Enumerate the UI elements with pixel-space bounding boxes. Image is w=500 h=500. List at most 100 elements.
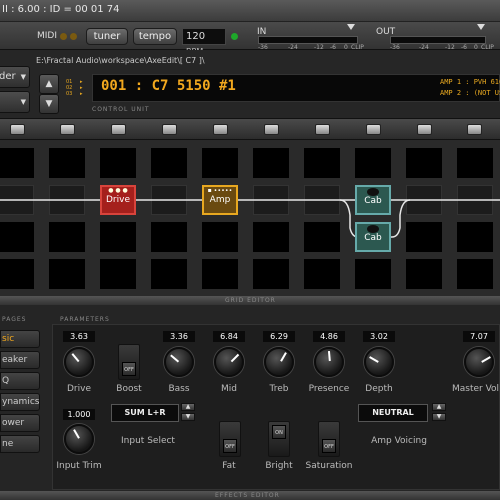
- saturation-label: Saturation: [305, 461, 353, 471]
- preset-up-button[interactable]: ▲: [39, 74, 59, 94]
- preset-path: E:\Fractal Audio\workspace\AxeEdit\[ C7 …: [36, 56, 205, 65]
- tempo-button[interactable]: tempo: [133, 28, 177, 45]
- input-trim-knob[interactable]: [64, 424, 94, 454]
- tab-basic[interactable]: sic: [0, 330, 40, 348]
- effects-editor: GRID EDITOR PAGES PARAMETERS sic eaker Q…: [0, 296, 500, 500]
- bank-combo[interactable]: ▼: [0, 91, 30, 113]
- amp2-label: AMP 2 : (NOT US: [440, 89, 500, 97]
- drive-block-icon: ● ● ●: [108, 187, 128, 194]
- tempo-led: [231, 33, 238, 40]
- amp1-label: AMP 1 : PVH 616: [440, 78, 500, 86]
- treb-value: 6.29: [263, 331, 295, 342]
- input-trim-value: 1.000: [63, 409, 95, 420]
- slider-handle[interactable]: [60, 124, 75, 135]
- input-select-field[interactable]: SUM L+R: [111, 404, 179, 422]
- slider-handle[interactable]: [417, 124, 432, 135]
- effects-editor-label: EFFECTS EDITOR: [215, 492, 280, 499]
- input-clip-marker: [347, 24, 355, 30]
- tab-dynamics[interactable]: ynamics: [0, 393, 40, 411]
- top-toolbar: MIDI tuner tempo 120 BPM IN -36 -24 -12 …: [0, 22, 500, 56]
- chevron-down-icon: ▼: [20, 73, 26, 81]
- bass-value: 3.36: [163, 331, 195, 342]
- grid-editor-divider: GRID EDITOR: [0, 296, 500, 305]
- midi-in-led: [60, 33, 67, 40]
- input-meter: [258, 36, 358, 44]
- cab-block-1-label: Cab: [364, 196, 382, 206]
- input-select-label: Input Select: [121, 436, 175, 446]
- slider-handle[interactable]: [264, 124, 279, 135]
- boost-state: OFF: [122, 362, 136, 376]
- presence-value: 4.86: [313, 331, 345, 342]
- tab-speaker[interactable]: eaker: [0, 351, 40, 369]
- grid-editor-label: GRID EDITOR: [225, 297, 276, 304]
- presence-knob[interactable]: [314, 347, 344, 377]
- scene-slider-row: [0, 118, 500, 140]
- window-title: II : 6.00 : ID = 00 01 74: [2, 4, 120, 15]
- midi-out-led: [70, 33, 77, 40]
- input-select-up-button[interactable]: ▲: [181, 403, 195, 411]
- bright-state: ON: [272, 425, 286, 439]
- slider-handle[interactable]: [366, 124, 381, 135]
- knob-indicator: [230, 353, 240, 363]
- amp-voicing-up-button[interactable]: ▲: [432, 403, 446, 411]
- depth-label: Depth: [365, 384, 393, 394]
- drive-knob[interactable]: [64, 347, 94, 377]
- cab-block-2[interactable]: Cab: [355, 222, 391, 252]
- bank-arrows: ▸ ▸ ▸: [80, 79, 83, 97]
- output-meter: [390, 36, 486, 44]
- signal-path: [0, 199, 500, 238]
- knob-indicator: [369, 356, 379, 363]
- midi-label: MIDI: [37, 31, 58, 41]
- amp-block-icon: ▪ ∙∙∙∙∙: [207, 187, 233, 194]
- cab-block-1[interactable]: Cab: [355, 185, 391, 215]
- mid-value: 6.84: [213, 331, 245, 342]
- saturation-switch[interactable]: OFF: [318, 421, 340, 457]
- amp-voicing-down-button[interactable]: ▼: [432, 413, 446, 421]
- knob-indicator: [71, 353, 80, 363]
- master-vol-label: Master Vol: [452, 384, 500, 394]
- input-trim-label: Input Trim: [56, 461, 102, 471]
- effects-editor-divider: EFFECTS EDITOR: [0, 491, 500, 500]
- amp-voicing-field[interactable]: NEUTRAL: [358, 404, 428, 422]
- mid-knob[interactable]: [214, 347, 244, 377]
- fat-switch[interactable]: OFF: [219, 421, 241, 457]
- drive-block[interactable]: ● ● ● Drive: [100, 185, 136, 215]
- control-unit-label: CONTROL UNIT: [92, 106, 150, 113]
- tab-power[interactable]: ower: [0, 414, 40, 432]
- bpm-value: 120: [186, 31, 206, 42]
- cab-block-2-label: Cab: [364, 233, 382, 243]
- input-select-down-button[interactable]: ▼: [181, 413, 195, 421]
- slider-handle[interactable]: [162, 124, 177, 135]
- device-combo[interactable]: der ▼: [0, 66, 30, 88]
- slider-handle[interactable]: [111, 124, 126, 135]
- parameters-label: PARAMETERS: [60, 316, 110, 323]
- amp-block[interactable]: ▪ ∙∙∙∙∙ Amp: [202, 185, 238, 215]
- drive-block-label: Drive: [106, 195, 130, 205]
- tab-tone[interactable]: ne: [0, 435, 40, 453]
- tuner-button[interactable]: tuner: [86, 28, 128, 45]
- slider-handle[interactable]: [315, 124, 330, 135]
- knob-indicator: [481, 356, 491, 363]
- depth-knob[interactable]: [364, 347, 394, 377]
- knob-indicator: [327, 350, 331, 362]
- treb-knob[interactable]: [264, 347, 294, 377]
- knob-indicator: [170, 354, 180, 363]
- title-bar: II : 6.00 : ID = 00 01 74: [0, 0, 500, 22]
- master-vol-value: 7.07: [463, 331, 495, 342]
- drive-value: 3.63: [63, 331, 95, 342]
- bpm-display: 120 BPM: [182, 28, 226, 56]
- chevron-down-icon: ▼: [20, 98, 26, 106]
- bass-knob[interactable]: [164, 347, 194, 377]
- slider-handle[interactable]: [467, 124, 482, 135]
- master-vol-knob[interactable]: [464, 347, 494, 377]
- fat-state: OFF: [223, 439, 237, 453]
- slider-handle[interactable]: [213, 124, 228, 135]
- amp-voicing-label: Amp Voicing: [371, 436, 427, 446]
- bright-switch[interactable]: ON: [268, 421, 290, 457]
- slider-handle[interactable]: [10, 124, 25, 135]
- tab-eq[interactable]: Q: [0, 372, 40, 390]
- saturation-state: OFF: [322, 439, 336, 453]
- preset-down-button[interactable]: ▼: [39, 94, 59, 114]
- speaker-icon: [367, 188, 379, 196]
- boost-switch[interactable]: OFF: [118, 344, 140, 380]
